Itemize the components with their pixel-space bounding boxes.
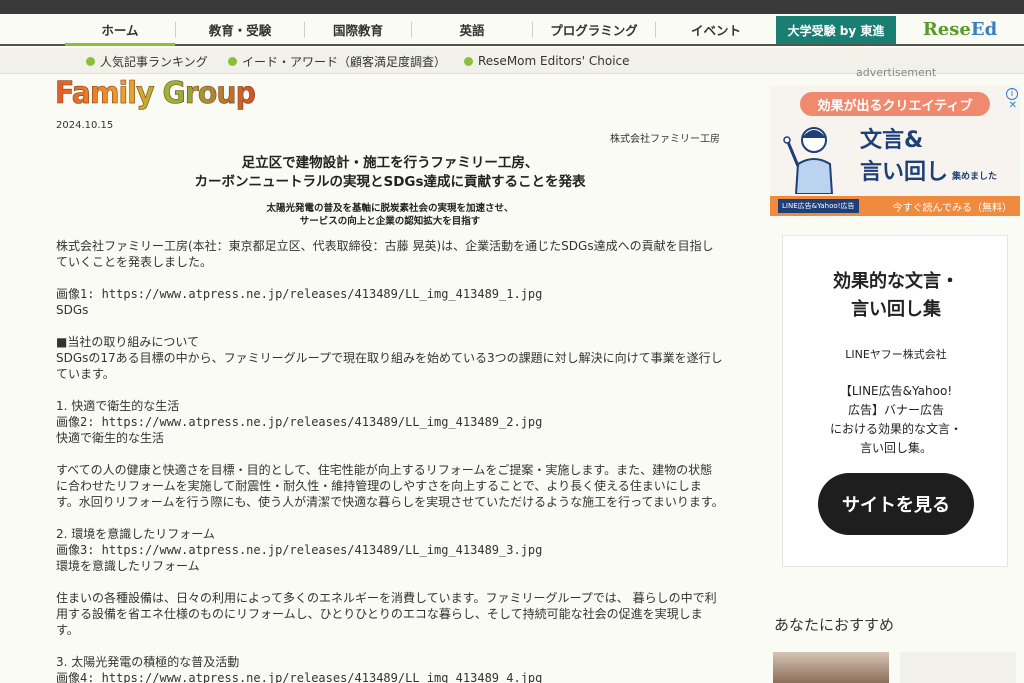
subnav-ranking[interactable]: 人気記事ランキング (86, 48, 208, 74)
card-title-line: 効果的な文言・ (833, 271, 959, 292)
image-link[interactable]: 画像3: https://www.atpress.ne.jp/releases/… (56, 542, 724, 558)
image-caption: 快適で衛生的な生活 (56, 431, 165, 445)
nav-event[interactable]: イベント (656, 14, 776, 44)
headline-line: カーボンニュートラルの実現とSDGs達成に貢献することを発表 (194, 174, 586, 190)
paragraph: SDGsの17ある目標の中から、ファミリーグループで現在取り組みを始めている3つ… (56, 351, 723, 381)
browser-top-bar (0, 0, 1024, 14)
nav-english[interactable]: 英語 (412, 14, 532, 44)
image-link[interactable]: 画像1: https://www.atpress.ne.jp/releases/… (56, 286, 724, 302)
paragraph: 住まいの各種設備は、日々の利用によって多くのエネルギーを消費しています。ファミリ… (56, 591, 717, 637)
visit-site-button[interactable]: サイトを見る (818, 473, 974, 535)
ad-card: 効果的な文言・ 言い回し集 LINEヤフー株式会社 【LINE広告&Yahoo!… (782, 235, 1008, 567)
family-group-logo: Family Group (55, 74, 265, 112)
card-title-line: 言い回し集 (851, 299, 941, 320)
recommend-heading: あなたにおすすめ (774, 616, 895, 634)
paragraph: 株式会社ファミリー工房(本社：東京都足立区、代表取締役：古藤 晃英)は、企業活動… (56, 239, 714, 269)
recommend-thumbnail[interactable] (900, 652, 1016, 683)
nav-programming[interactable]: プログラミング (533, 14, 655, 44)
recommend-thumbnail[interactable] (773, 652, 889, 683)
card-desc-line: における効果的な文言・ (829, 422, 962, 436)
subhead-line: サービスの向上と企業の認知拡大を目指す (299, 216, 481, 227)
item-heading: 1. 快適で衛生的な生活 (56, 399, 180, 413)
card-desc-line: 【LINE広告&Yahoo! (839, 384, 953, 398)
banner-footer: LINE広告&Yahoo!広告 今すぐ読んでみる（無料） (770, 196, 1020, 216)
bullet-icon (464, 56, 473, 66)
banner-cta[interactable]: 今すぐ読んでみる（無料） (893, 199, 1013, 214)
subnav-award[interactable]: イード・アワード（顧客満足度調査） (228, 48, 446, 74)
article-company: 株式会社ファミリー工房 (610, 134, 720, 145)
logo-main-text: Rese (922, 18, 971, 40)
paragraph: すべての人の健康と快適さを目標・目的として、住宅性能が向上するリフォームをご提案… (56, 463, 724, 509)
logo-graphic: Family Group (55, 76, 257, 112)
bullet-icon (86, 56, 95, 66)
advertisement-label: advertisement (856, 66, 937, 79)
close-icon[interactable]: ✕ (1009, 100, 1017, 111)
logo-accent-text: Ed (970, 18, 998, 40)
article-subheadline: 太陽光発電の普及を基軸に脱炭素社会の実現を加速させ、 サービスの向上と企業の認知… (56, 202, 724, 228)
banner-text-line: 文言& (860, 128, 924, 153)
main-navigation: ホーム 教育・受験 国際教育 英語 プログラミング イベント 大学受験 by 東… (0, 14, 1024, 46)
adchoices-icon[interactable]: i (1006, 88, 1018, 100)
nav-toshin-link[interactable]: 大学受験 by 東進 (776, 16, 896, 44)
card-company: LINEヤフー株式会社 (845, 348, 947, 361)
item-heading: 3. 太陽光発電の積極的な普及活動 (56, 655, 240, 669)
nav-education[interactable]: 教育・受験 (176, 14, 304, 44)
banner-text-line: 言い回し 集めました (860, 154, 997, 186)
subnav-label: 人気記事ランキング (100, 54, 208, 69)
article-date: 2024.10.15 (56, 120, 114, 131)
card-description: 【LINE広告&Yahoo! 広告】バナー広告 における効果的な文言・ 言い回し… (783, 382, 1009, 458)
banner-headline: 効果が出るクリエイティブ (800, 92, 990, 116)
svg-text:Family Group: Family Group (55, 76, 255, 110)
image-caption: 環境を意識したリフォーム (56, 559, 200, 573)
image-link[interactable]: 画像4: https://www.atpress.ne.jp/releases/… (56, 670, 724, 683)
person-illustration-icon (783, 127, 834, 194)
banner-text-small: 集めました (952, 172, 998, 182)
subnav-label: イード・アワード（顧客満足度調査） (242, 54, 447, 69)
nav-home[interactable]: ホーム (65, 14, 175, 46)
banner-footer-label: LINE広告&Yahoo!広告 (778, 199, 859, 213)
item-heading: 2. 環境を意識したリフォーム (56, 527, 215, 541)
subnav-label: ReseMom Editors' Choice (478, 54, 630, 68)
article-headline: 足立区で建物設計・施工を行うファミリー工房、 カーボンニュートラルの実現とSDG… (56, 154, 724, 192)
image-link[interactable]: 画像2: https://www.atpress.ne.jp/releases/… (56, 414, 724, 430)
card-desc-line: 言い回し集。 (859, 441, 932, 455)
subhead-line: 太陽光発電の普及を基軸に脱炭素社会の実現を加速させ、 (266, 203, 514, 214)
article-body: 株式会社ファミリー工房(本社：東京都足立区、代表取締役：古藤 晃英)は、企業活動… (56, 238, 724, 683)
bullet-icon (228, 56, 237, 66)
ad-banner[interactable]: 効果が出るクリエイティブ i ✕ 文言& 言い回し 集めました LINE広告&Ya… (770, 86, 1020, 216)
card-desc-line: 広告】バナー広告 (847, 403, 944, 417)
headline-line: 足立区で建物設計・施工を行うファミリー工房、 (241, 155, 539, 171)
nav-international[interactable]: 国際教育 (305, 14, 411, 44)
banner-text-main: 言い回し (860, 160, 949, 185)
card-title: 効果的な文言・ 言い回し集 (783, 268, 1009, 324)
reseed-logo[interactable]: Rese Ed (910, 14, 1010, 44)
subnav-editors-choice[interactable]: ReseMom Editors' Choice (464, 48, 630, 74)
section-heading: ■当社の取り組みについて (56, 335, 199, 349)
image-caption: SDGs (56, 303, 89, 317)
